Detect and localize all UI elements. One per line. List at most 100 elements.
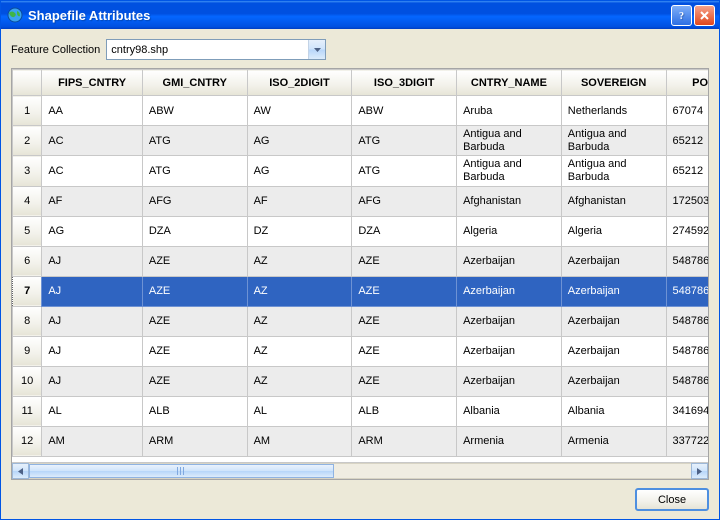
cell-fips[interactable]: AJ [42, 276, 143, 306]
cell-gmi[interactable]: AZE [142, 306, 247, 336]
col-sov[interactable]: SOVEREIGN [561, 70, 666, 96]
cell-cntry[interactable]: Azerbaijan [457, 336, 562, 366]
scroll-thumb[interactable] [29, 464, 334, 478]
cell-fips[interactable]: AJ [42, 366, 143, 396]
cell-fips[interactable]: AM [42, 426, 143, 456]
cell-gmi[interactable]: DZA [142, 216, 247, 246]
table-row[interactable]: 8AJAZEAZAZEAzerbaijanAzerbaijan548786 [13, 306, 709, 336]
cell-cntry[interactable]: Azerbaijan [457, 246, 562, 276]
cell-iso2[interactable]: AW [247, 96, 352, 126]
table-row[interactable]: 2ACATGAGATGAntigua and BarbudaAntigua an… [13, 126, 709, 156]
cell-gmi[interactable]: AFG [142, 186, 247, 216]
cell-sov[interactable]: Algeria [561, 216, 666, 246]
cell-sov[interactable]: Afghanistan [561, 186, 666, 216]
row-header[interactable]: 10 [13, 366, 42, 396]
cell-iso2[interactable]: AM [247, 426, 352, 456]
table-row[interactable]: 11ALALBALALBAlbaniaAlbania341694 [13, 396, 709, 426]
cell-pop[interactable]: 65212 [666, 126, 708, 156]
cell-iso2[interactable]: AZ [247, 336, 352, 366]
grid-viewport[interactable]: FIPS_CNTRY GMI_CNTRY ISO_2DIGIT ISO_3DIG… [12, 69, 708, 462]
cell-sov[interactable]: Antigua and Barbuda [561, 156, 666, 186]
table-row[interactable]: 6AJAZEAZAZEAzerbaijanAzerbaijan548786 [13, 246, 709, 276]
cell-fips[interactable]: AA [42, 96, 143, 126]
cell-pop[interactable]: 172503 [666, 186, 708, 216]
cell-gmi[interactable]: AZE [142, 246, 247, 276]
help-button[interactable]: ? [671, 5, 692, 26]
cell-iso3[interactable]: AFG [352, 186, 457, 216]
cell-gmi[interactable]: ATG [142, 156, 247, 186]
cell-sov[interactable]: Albania [561, 396, 666, 426]
scroll-right-button[interactable] [691, 463, 708, 479]
cell-iso3[interactable]: ABW [352, 96, 457, 126]
row-header[interactable]: 11 [13, 396, 42, 426]
chevron-down-icon[interactable] [308, 40, 325, 59]
table-row[interactable]: 12AMARMAMARMArmeniaArmenia337722 [13, 426, 709, 456]
corner-cell[interactable] [13, 70, 42, 96]
cell-fips[interactable]: AF [42, 186, 143, 216]
horizontal-scrollbar[interactable] [12, 462, 708, 479]
cell-iso2[interactable]: AZ [247, 276, 352, 306]
row-header[interactable]: 1 [13, 96, 42, 126]
cell-cntry[interactable]: Afghanistan [457, 186, 562, 216]
cell-pop[interactable]: 274592 [666, 216, 708, 246]
cell-pop[interactable]: 548786 [666, 366, 708, 396]
cell-fips[interactable]: AL [42, 396, 143, 426]
cell-gmi[interactable]: AZE [142, 366, 247, 396]
cell-iso3[interactable]: ATG [352, 126, 457, 156]
cell-sov[interactable]: Azerbaijan [561, 366, 666, 396]
row-header[interactable]: 4 [13, 186, 42, 216]
cell-cntry[interactable]: Aruba [457, 96, 562, 126]
cell-iso2[interactable]: AZ [247, 366, 352, 396]
cell-iso2[interactable]: AZ [247, 306, 352, 336]
row-header[interactable]: 9 [13, 336, 42, 366]
table-row[interactable]: 9AJAZEAZAZEAzerbaijanAzerbaijan548786 [13, 336, 709, 366]
cell-sov[interactable]: Netherlands [561, 96, 666, 126]
cell-cntry[interactable]: Albania [457, 396, 562, 426]
table-row[interactable]: 7AJAZEAZAZEAzerbaijanAzerbaijan548786 [13, 276, 709, 306]
cell-iso3[interactable]: ARM [352, 426, 457, 456]
cell-cntry[interactable]: Algeria [457, 216, 562, 246]
row-header[interactable]: 2 [13, 126, 42, 156]
row-header[interactable]: 3 [13, 156, 42, 186]
cell-pop[interactable]: 67074 [666, 96, 708, 126]
table-row[interactable]: 1AAABWAWABWArubaNetherlands67074 [13, 96, 709, 126]
col-cntry[interactable]: CNTRY_NAME [457, 70, 562, 96]
cell-sov[interactable]: Azerbaijan [561, 336, 666, 366]
cell-pop[interactable]: 548786 [666, 306, 708, 336]
cell-sov[interactable]: Azerbaijan [561, 306, 666, 336]
table-row[interactable]: 4AFAFGAFAFGAfghanistanAfghanistan172503 [13, 186, 709, 216]
row-header[interactable]: 12 [13, 426, 42, 456]
table-row[interactable]: 3ACATGAGATGAntigua and BarbudaAntigua an… [13, 156, 709, 186]
table-row[interactable]: 5AGDZADZDZAAlgeriaAlgeria274592 [13, 216, 709, 246]
col-iso2[interactable]: ISO_2DIGIT [247, 70, 352, 96]
cell-gmi[interactable]: AZE [142, 336, 247, 366]
cell-iso3[interactable]: ATG [352, 156, 457, 186]
cell-iso2[interactable]: AG [247, 126, 352, 156]
cell-sov[interactable]: Azerbaijan [561, 246, 666, 276]
cell-iso2[interactable]: AG [247, 156, 352, 186]
cell-pop[interactable]: 548786 [666, 276, 708, 306]
table-row[interactable]: 10AJAZEAZAZEAzerbaijanAzerbaijan548786 [13, 366, 709, 396]
cell-cntry[interactable]: Azerbaijan [457, 276, 562, 306]
cell-fips[interactable]: AJ [42, 336, 143, 366]
cell-iso3[interactable]: AZE [352, 336, 457, 366]
cell-cntry[interactable]: Antigua and Barbuda [457, 126, 562, 156]
cell-fips[interactable]: AC [42, 126, 143, 156]
cell-gmi[interactable]: ATG [142, 126, 247, 156]
cell-gmi[interactable]: ARM [142, 426, 247, 456]
cell-iso2[interactable]: AL [247, 396, 352, 426]
cell-fips[interactable]: AJ [42, 246, 143, 276]
cell-cntry[interactable]: Azerbaijan [457, 366, 562, 396]
cell-fips[interactable]: AJ [42, 306, 143, 336]
cell-sov[interactable]: Azerbaijan [561, 276, 666, 306]
cell-gmi[interactable]: AZE [142, 276, 247, 306]
cell-iso3[interactable]: AZE [352, 246, 457, 276]
cell-sov[interactable]: Antigua and Barbuda [561, 126, 666, 156]
cell-fips[interactable]: AC [42, 156, 143, 186]
cell-iso3[interactable]: ALB [352, 396, 457, 426]
cell-iso3[interactable]: AZE [352, 366, 457, 396]
col-fips[interactable]: FIPS_CNTRY [42, 70, 143, 96]
row-header[interactable]: 6 [13, 246, 42, 276]
col-pop[interactable]: POP [666, 70, 708, 96]
cell-gmi[interactable]: ABW [142, 96, 247, 126]
